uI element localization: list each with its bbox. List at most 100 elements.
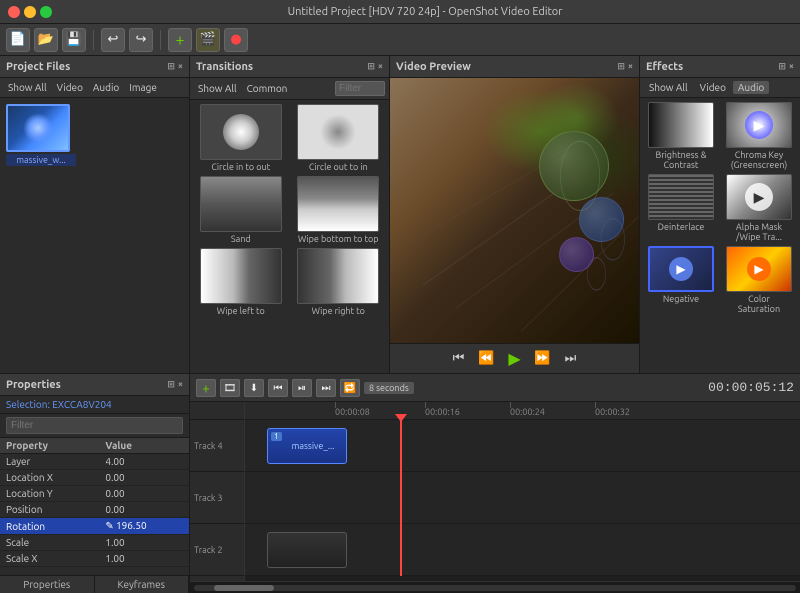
value-cell: 1.00 — [99, 535, 189, 551]
table-row[interactable]: Location X0.00 — [0, 470, 189, 486]
window-controls[interactable] — [8, 6, 52, 18]
properties-filter-input[interactable] — [6, 417, 183, 434]
props-table-element: Property Value Layer4.00Location X0.00Lo… — [0, 438, 189, 567]
clip-massive[interactable]: 1 massive_... — [267, 428, 347, 464]
add-track-button[interactable]: 🎬 — [196, 28, 220, 52]
footer-tab-properties[interactable]: Properties — [0, 576, 95, 593]
file-name: massive_w... — [6, 154, 76, 166]
window-title: Untitled Project [HDV 720 24p] - OpenSho… — [58, 6, 792, 18]
tl-film-button[interactable]: 🎞 — [220, 379, 240, 397]
effect-label-3: Alpha Mask/Wipe Tra... — [736, 222, 782, 242]
eff-tab-video[interactable]: Video — [695, 81, 731, 94]
end-button[interactable]: ⏭ — [560, 348, 582, 370]
tl-play2-button[interactable]: ⏯ — [292, 379, 312, 397]
transition-circle-in[interactable]: Circle in to out — [194, 104, 288, 172]
eff-tab-show-all[interactable]: Show All — [644, 81, 693, 94]
maximize-button[interactable] — [40, 6, 52, 18]
track-row-2[interactable] — [245, 524, 800, 576]
open-button[interactable]: 📂 — [34, 28, 58, 52]
table-row[interactable]: Scale1.00 — [0, 535, 189, 551]
timeline-scrollbar[interactable] — [190, 581, 800, 593]
tab-video[interactable]: Video — [53, 81, 87, 94]
trans-icon-1[interactable]: ⊞ — [367, 61, 375, 72]
rewind-button[interactable]: ⏪ — [476, 348, 498, 370]
trans-label-4: Wipe left to — [217, 306, 265, 316]
effects-icon-2[interactable]: × — [789, 61, 794, 72]
tl-prev-button[interactable]: ⏮ — [268, 379, 288, 397]
tab-image[interactable]: Image — [125, 81, 161, 94]
timecode-display: 00:00:05:12 — [708, 380, 794, 395]
transitions-tabs: Show All Common — [190, 78, 389, 100]
rewind-start-button[interactable]: ⏮ — [448, 348, 470, 370]
add-clip-button[interactable]: + — [168, 28, 192, 52]
effect-label-0: Brightness &Contrast — [655, 150, 706, 170]
table-row[interactable]: Rotation✎ 196.50 — [0, 518, 189, 535]
effects-icon-1[interactable]: ⊞ — [778, 61, 786, 72]
effect-alpha[interactable]: ▶ Alpha Mask/Wipe Tra... — [722, 174, 796, 242]
effect-thumb-saturation: ▶ — [726, 246, 792, 292]
tl-add-button[interactable]: + — [196, 379, 216, 397]
tab-show-all[interactable]: Show All — [4, 81, 51, 94]
effect-deinterlace[interactable]: Deinterlace — [644, 174, 718, 242]
scrollbar-thumb[interactable] — [214, 585, 274, 591]
main-toolbar: 📄 📂 💾 ↩ ↪ + 🎬 ● — [0, 24, 800, 56]
trans-icon-2[interactable]: × — [378, 61, 383, 72]
tl-down-button[interactable]: ⬇ — [244, 379, 264, 397]
eff-tab-audio[interactable]: Audio — [733, 81, 769, 94]
transition-wipe-right[interactable]: Wipe right to — [292, 248, 386, 316]
trans-thumb-wipe-bottom — [297, 176, 379, 232]
effect-chroma[interactable]: ▶ Chroma Key(Greenscreen) — [722, 102, 796, 170]
props-icon-2[interactable]: × — [178, 379, 183, 390]
footer-tab-keyframes[interactable]: Keyframes — [95, 576, 190, 593]
table-row[interactable]: Position0.00 — [0, 502, 189, 518]
tab-audio[interactable]: Audio — [89, 81, 123, 94]
transition-circle-out[interactable]: Circle out to in — [292, 104, 386, 172]
track-name-2: Track 2 — [190, 524, 244, 576]
track-content-4: 1 massive_... — [245, 420, 800, 471]
table-row[interactable]: Layer4.00 — [0, 454, 189, 470]
save-button[interactable]: 💾 — [62, 28, 86, 52]
panel-icon-2[interactable]: × — [178, 61, 183, 72]
trans-tab-show-all[interactable]: Show All — [194, 82, 241, 95]
trans-tab-common[interactable]: Common — [243, 82, 292, 95]
effect-label-5: ColorSaturation — [738, 294, 780, 314]
effect-saturation[interactable]: ▶ ColorSaturation — [722, 246, 796, 314]
transitions-filter-input[interactable] — [335, 81, 385, 96]
preview-icon-1[interactable]: ⊞ — [617, 61, 625, 72]
close-button[interactable] — [8, 6, 20, 18]
preview-icon-2[interactable]: × — [628, 61, 633, 72]
record-button[interactable]: ● — [224, 28, 248, 52]
undo-button[interactable]: ↩ — [101, 28, 125, 52]
play-button[interactable]: ▶ — [504, 348, 526, 370]
track-row-3[interactable] — [245, 472, 800, 524]
redo-button[interactable]: ↪ — [129, 28, 153, 52]
property-cell: Scale — [0, 535, 99, 551]
table-row[interactable]: Scale X1.00 — [0, 551, 189, 567]
props-icon-1[interactable]: ⊞ — [167, 379, 175, 390]
video-lines-svg — [390, 78, 639, 343]
transition-sand[interactable]: Sand — [194, 176, 288, 244]
track-names-column: Track 4 Track 3 Track 2 — [190, 402, 245, 581]
new-button[interactable]: 📄 — [6, 28, 30, 52]
preview-video-area[interactable] — [390, 78, 639, 343]
tl-loop-button[interactable]: 🔁 — [340, 379, 360, 397]
transition-wipe-left[interactable]: Wipe left to — [194, 248, 288, 316]
transition-wipe-bottom[interactable]: Wipe bottom to top — [292, 176, 386, 244]
timeline-content: Track 4 Track 3 Track 2 00:00:08 00:00:1… — [190, 402, 800, 581]
properties-filter-row — [0, 414, 189, 438]
table-row[interactable]: Location Y0.00 — [0, 486, 189, 502]
effect-label-1: Chroma Key(Greenscreen) — [731, 150, 787, 170]
file-item-massive[interactable]: massive_w... — [6, 104, 76, 166]
effect-brightness[interactable]: Brightness &Contrast — [644, 102, 718, 170]
minimize-button[interactable] — [24, 6, 36, 18]
track-row-4[interactable]: 1 massive_... — [245, 420, 800, 472]
trans-thumb-sand — [200, 176, 282, 232]
playhead[interactable] — [400, 420, 402, 576]
tl-next-button[interactable]: ⏭ — [316, 379, 336, 397]
panel-icon-1[interactable]: ⊞ — [167, 61, 175, 72]
timeline-toolbar: + 🎞 ⬇ ⏮ ⏯ ⏭ 🔁 8 seconds 00:00:05:12 — [190, 374, 800, 402]
clip-track2[interactable] — [267, 532, 347, 568]
fast-forward-button[interactable]: ⏩ — [532, 348, 554, 370]
property-cell: Layer — [0, 454, 99, 470]
effect-negative[interactable]: ▶ Negative — [644, 246, 718, 314]
